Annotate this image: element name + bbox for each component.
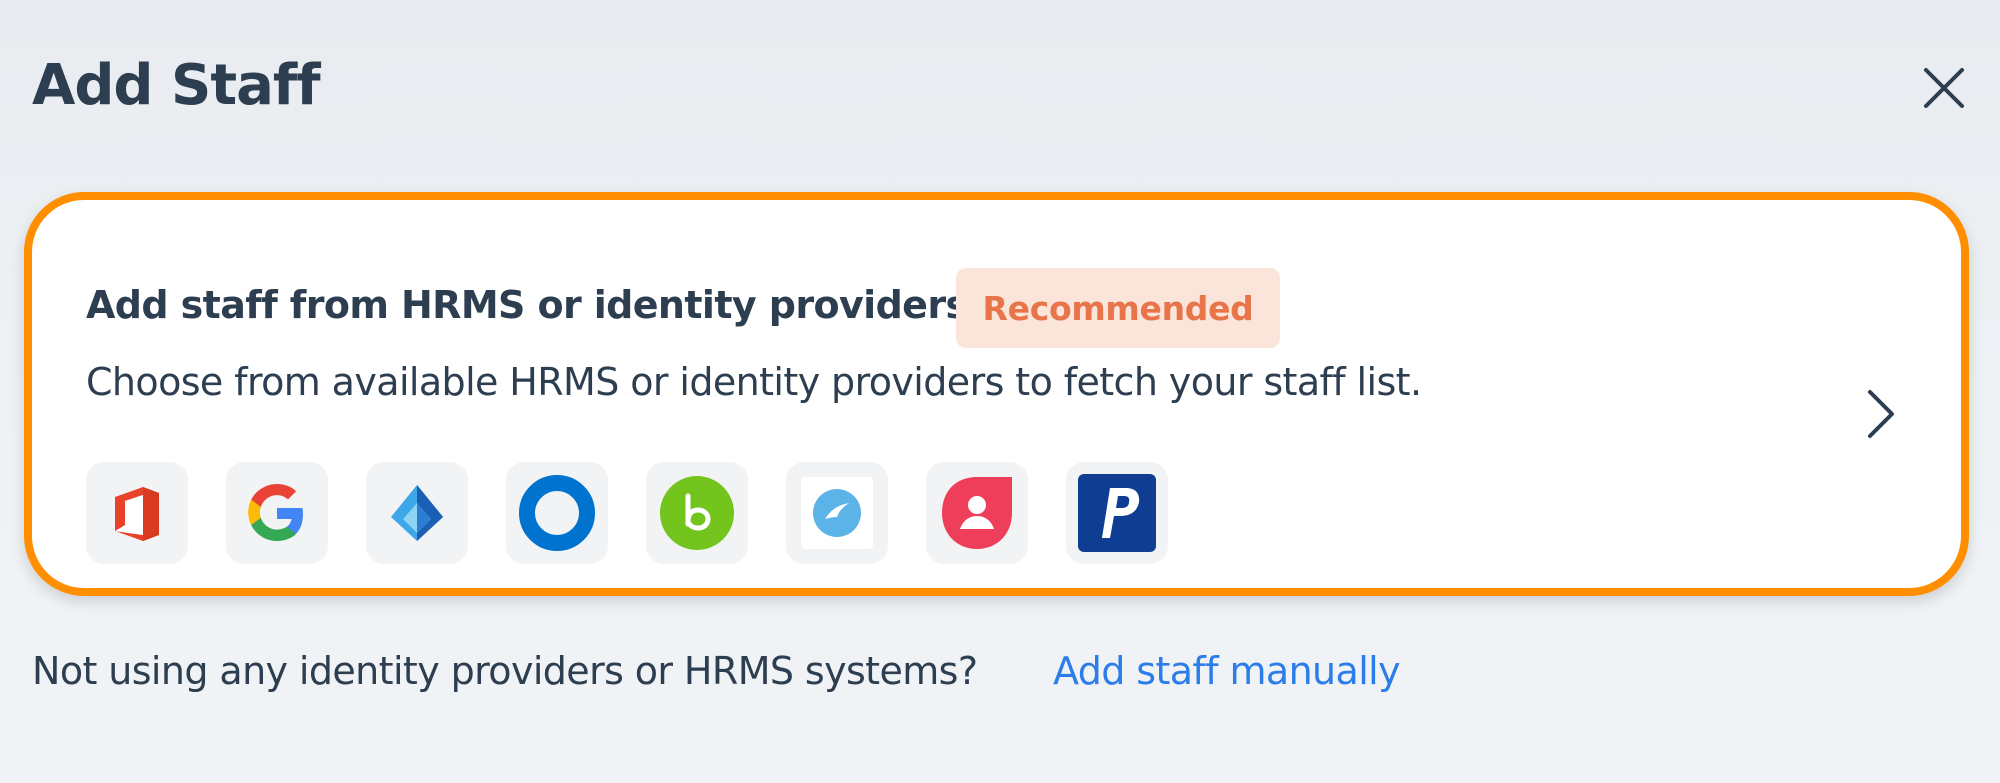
- okta-icon: [519, 475, 595, 551]
- recommended-badge: Recommended: [956, 268, 1280, 348]
- provider-okta[interactable]: [506, 462, 608, 564]
- provider-red-person[interactable]: [926, 462, 1028, 564]
- footer-prompt: Not using any identity providers or HRMS…: [32, 649, 978, 693]
- close-icon: [1924, 68, 1964, 108]
- provider-bamboohr[interactable]: [646, 462, 748, 564]
- add-staff-dialog: Add Staff Add staff from HRMS or identit…: [0, 0, 2000, 783]
- provider-google[interactable]: [226, 462, 328, 564]
- provider-red-person-icon: [942, 477, 1012, 549]
- provider-microsoft-office[interactable]: [86, 462, 188, 564]
- azure-ad-icon: [391, 485, 443, 541]
- close-button[interactable]: [1916, 60, 1972, 116]
- provider-paylocity[interactable]: [1066, 462, 1168, 564]
- option-description: Choose from available HRMS or identity p…: [86, 360, 1422, 404]
- dialog-title: Add Staff: [32, 53, 321, 118]
- add-staff-manually-link[interactable]: Add staff manually: [1053, 652, 1401, 690]
- chevron-right-icon[interactable]: [1858, 384, 1902, 444]
- paylocity-icon: [1078, 474, 1156, 552]
- microsoft-office-icon: [115, 487, 159, 541]
- provider-azure-ad[interactable]: [366, 462, 468, 564]
- provider-blue-circle-icon: [801, 477, 873, 549]
- option-heading: Add staff from HRMS or identity provider…: [86, 283, 968, 327]
- bamboohr-icon: [660, 476, 734, 550]
- hrms-provider-option-card[interactable]: Add staff from HRMS or identity provider…: [24, 192, 1969, 596]
- provider-blue-circle[interactable]: [786, 462, 888, 564]
- google-icon: [248, 484, 303, 541]
